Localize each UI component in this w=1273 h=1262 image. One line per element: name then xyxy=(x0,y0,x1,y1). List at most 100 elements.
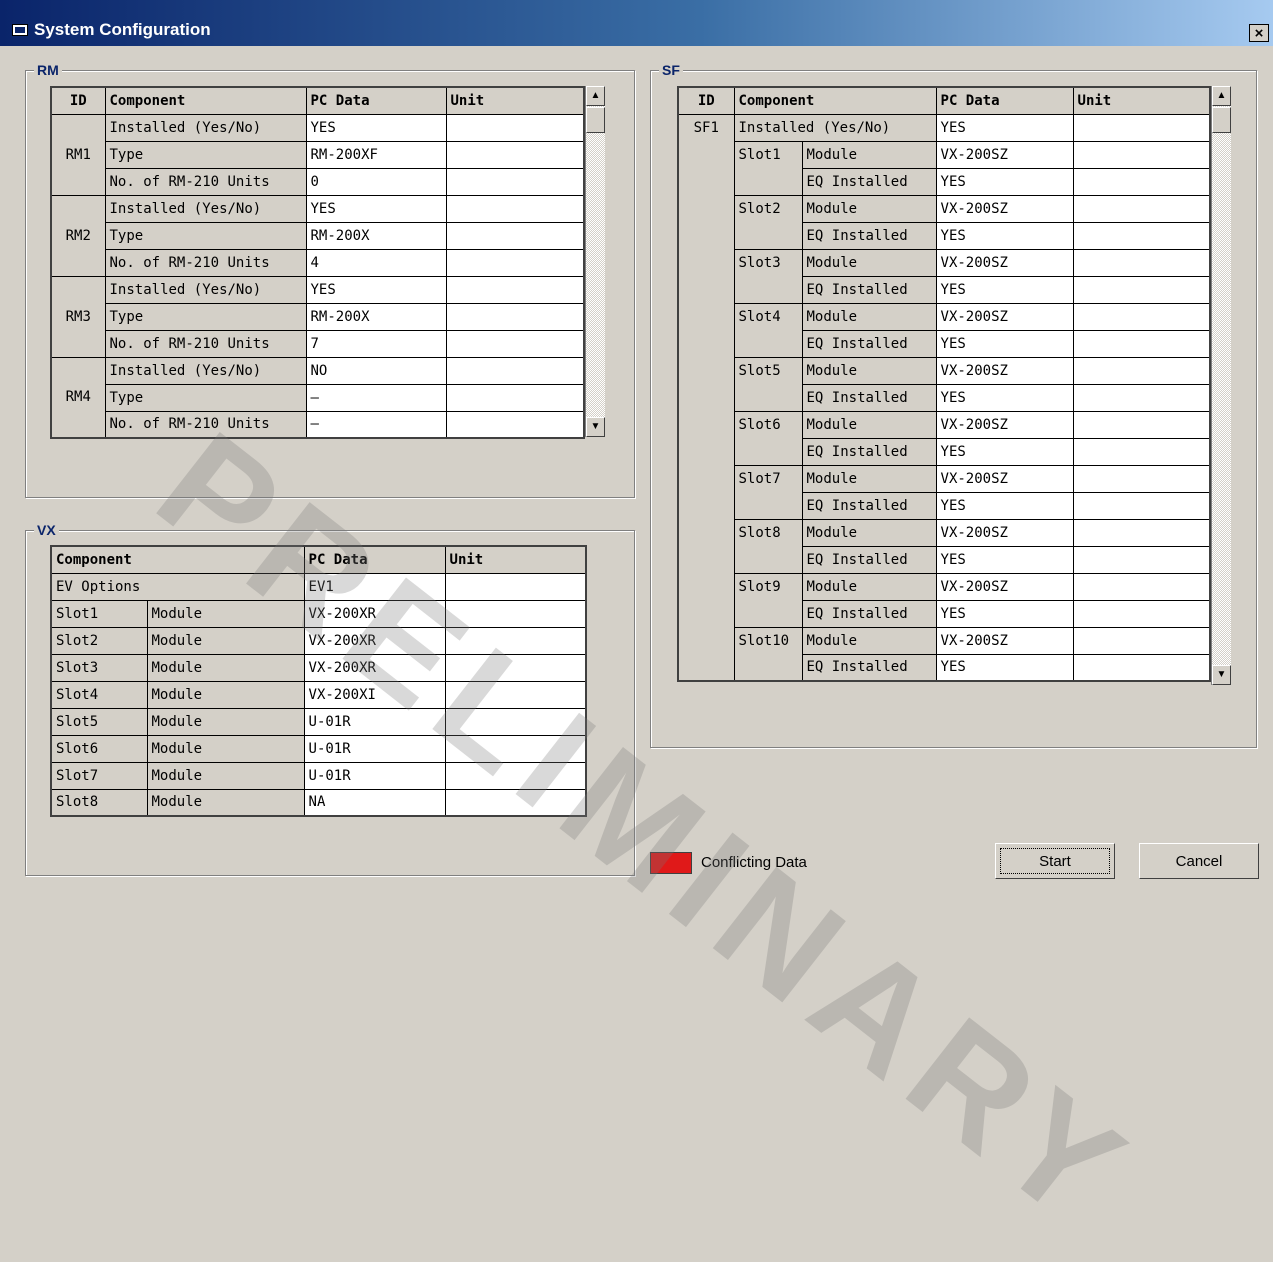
vx-pc-data-cell: VX-200XI xyxy=(303,680,446,709)
sf-header-component: Component xyxy=(733,86,937,115)
table-row: Slot5 Module U-01R xyxy=(50,707,587,736)
vx-unit-cell xyxy=(444,707,587,736)
sf-module-unit xyxy=(1072,140,1211,169)
table-row: Slot1 Module VX-200SZ xyxy=(678,140,1211,196)
sf-module-label: Module xyxy=(801,302,937,331)
rm-pc-data-cell: 7 xyxy=(305,329,447,358)
rm-component-label: Installed (Yes/No) xyxy=(104,356,307,385)
sf-eq-installed-label: EQ Installed xyxy=(801,221,937,250)
rm-scroll-up-icon[interactable]: ▲ xyxy=(586,86,605,106)
sf-module-pc-data: VX-200SZ xyxy=(935,464,1074,493)
sf-scroll-down-icon[interactable]: ▼ xyxy=(1212,665,1231,685)
rm-pc-data-cell: RM-200XF xyxy=(305,140,447,169)
sf-scroll-up-icon[interactable]: ▲ xyxy=(1212,86,1231,106)
rm-component-label: Type xyxy=(104,383,307,412)
table-row: Slot7 Module U-01R xyxy=(50,761,587,790)
vx-ev-options-unit xyxy=(444,572,587,601)
vx-component-label: Module xyxy=(146,734,305,763)
vx-slot-label: Slot6 xyxy=(50,734,148,763)
sf-eq-pc-data: YES xyxy=(935,221,1074,250)
rm-group-label: RM xyxy=(34,61,62,79)
vx-pc-data-cell: U-01R xyxy=(303,761,446,790)
sf-scrollbar[interactable]: ▲ ▼ xyxy=(1211,86,1231,685)
sf-eq-installed-label: EQ Installed xyxy=(801,329,937,358)
sf-module-unit xyxy=(1072,518,1211,547)
rm-component-label: No. of RM-210 Units xyxy=(104,248,307,277)
rm-pc-data-cell: YES xyxy=(305,113,447,142)
rm-component-label: Type xyxy=(104,302,307,331)
rm-pc-data-cell: NO xyxy=(305,356,447,385)
sf-slot-label: Slot5 xyxy=(733,356,803,412)
sf-eq-pc-data: YES xyxy=(935,329,1074,358)
conflict-legend-label: Conflicting Data xyxy=(701,854,807,871)
rm-component-label: Installed (Yes/No) xyxy=(104,194,307,223)
sf-slot-label: Slot2 xyxy=(733,194,803,250)
sf-eq-installed-label: EQ Installed xyxy=(801,167,937,196)
vx-component-label: Module xyxy=(146,653,305,682)
sf-table: ID Component PC Data Unit SF1 Installed (… xyxy=(677,86,1212,682)
vx-header-component: Component xyxy=(50,545,305,574)
sf-module-pc-data: VX-200SZ xyxy=(935,518,1074,547)
rm-unit-cell xyxy=(445,302,585,331)
sf-header-id: ID xyxy=(677,86,735,115)
sf-module-label: Module xyxy=(801,194,937,223)
rm-component-label: No. of RM-210 Units xyxy=(104,329,307,358)
start-button[interactable]: Start xyxy=(995,843,1115,879)
rm-unit-cell xyxy=(445,221,585,250)
sf-unit-id: SF1 xyxy=(677,113,735,682)
sf-eq-unit xyxy=(1072,275,1211,304)
table-row: RM4 Installed (Yes/No) NO xyxy=(50,356,585,439)
sf-module-unit xyxy=(1072,248,1211,277)
sf-module-label: Module xyxy=(801,626,937,655)
sf-scroll-thumb[interactable] xyxy=(1212,107,1231,133)
window-icon xyxy=(12,24,28,36)
sf-eq-pc-data: YES xyxy=(935,653,1074,682)
rm-pc-data-cell: RM-200X xyxy=(305,302,447,331)
rm-header-pc-data: PC Data xyxy=(305,86,447,115)
sf-eq-unit xyxy=(1072,491,1211,520)
rm-scroll-thumb[interactable] xyxy=(586,107,605,133)
close-button[interactable]: × xyxy=(1249,24,1269,42)
rm-pc-data-cell: 4 xyxy=(305,248,447,277)
vx-pc-data-cell: U-01R xyxy=(303,707,446,736)
vx-pc-data-cell: VX-200XR xyxy=(303,626,446,655)
vx-header-unit: Unit xyxy=(444,545,587,574)
vx-component-label: Module xyxy=(146,599,305,628)
vx-component-label: Module xyxy=(146,680,305,709)
vx-group-label: VX xyxy=(34,521,59,539)
cancel-button[interactable]: Cancel xyxy=(1139,843,1259,879)
table-row: RM2 Installed (Yes/No) YES xyxy=(50,194,585,277)
sf-slot-label: Slot7 xyxy=(733,464,803,520)
sf-eq-installed-label: EQ Installed xyxy=(801,275,937,304)
sf-eq-unit xyxy=(1072,167,1211,196)
vx-component-label: Module xyxy=(146,707,305,736)
vx-ev-options-pc-data: EV1 xyxy=(303,572,446,601)
vx-slot-label: Slot1 xyxy=(50,599,148,628)
vx-unit-cell xyxy=(444,653,587,682)
rm-scroll-down-icon[interactable]: ▼ xyxy=(586,417,605,437)
vx-component-label: Module xyxy=(146,788,305,817)
sf-eq-unit xyxy=(1072,329,1211,358)
table-row: RM3 Installed (Yes/No) YES xyxy=(50,275,585,358)
rm-pc-data-cell: — xyxy=(305,383,447,412)
sf-module-pc-data: VX-200SZ xyxy=(935,140,1074,169)
sf-eq-installed-label: EQ Installed xyxy=(801,599,937,628)
sf-eq-installed-label: EQ Installed xyxy=(801,383,937,412)
table-row: Slot4 Module VX-200XI xyxy=(50,680,587,709)
sf-module-pc-data: VX-200SZ xyxy=(935,248,1074,277)
sf-group-label: SF xyxy=(659,61,683,79)
table-row: Type RM-200XF xyxy=(51,140,585,169)
sf-eq-pc-data: YES xyxy=(935,599,1074,628)
sf-module-label: Module xyxy=(801,464,937,493)
rm-unit-cell xyxy=(445,383,585,412)
conflict-legend-swatch xyxy=(650,852,692,874)
rm-unit-id: RM3 xyxy=(50,275,106,358)
sf-module-label: Module xyxy=(801,410,937,439)
sf-installed-pc-data: YES xyxy=(935,113,1074,142)
sf-slot-label: Slot3 xyxy=(733,248,803,304)
rm-pc-data-cell: 0 xyxy=(305,167,447,196)
table-row: Slot2 Module VX-200XR xyxy=(50,626,587,655)
vx-slot-label: Slot2 xyxy=(50,626,148,655)
vx-unit-cell xyxy=(444,626,587,655)
rm-scrollbar[interactable]: ▲ ▼ xyxy=(585,86,605,437)
